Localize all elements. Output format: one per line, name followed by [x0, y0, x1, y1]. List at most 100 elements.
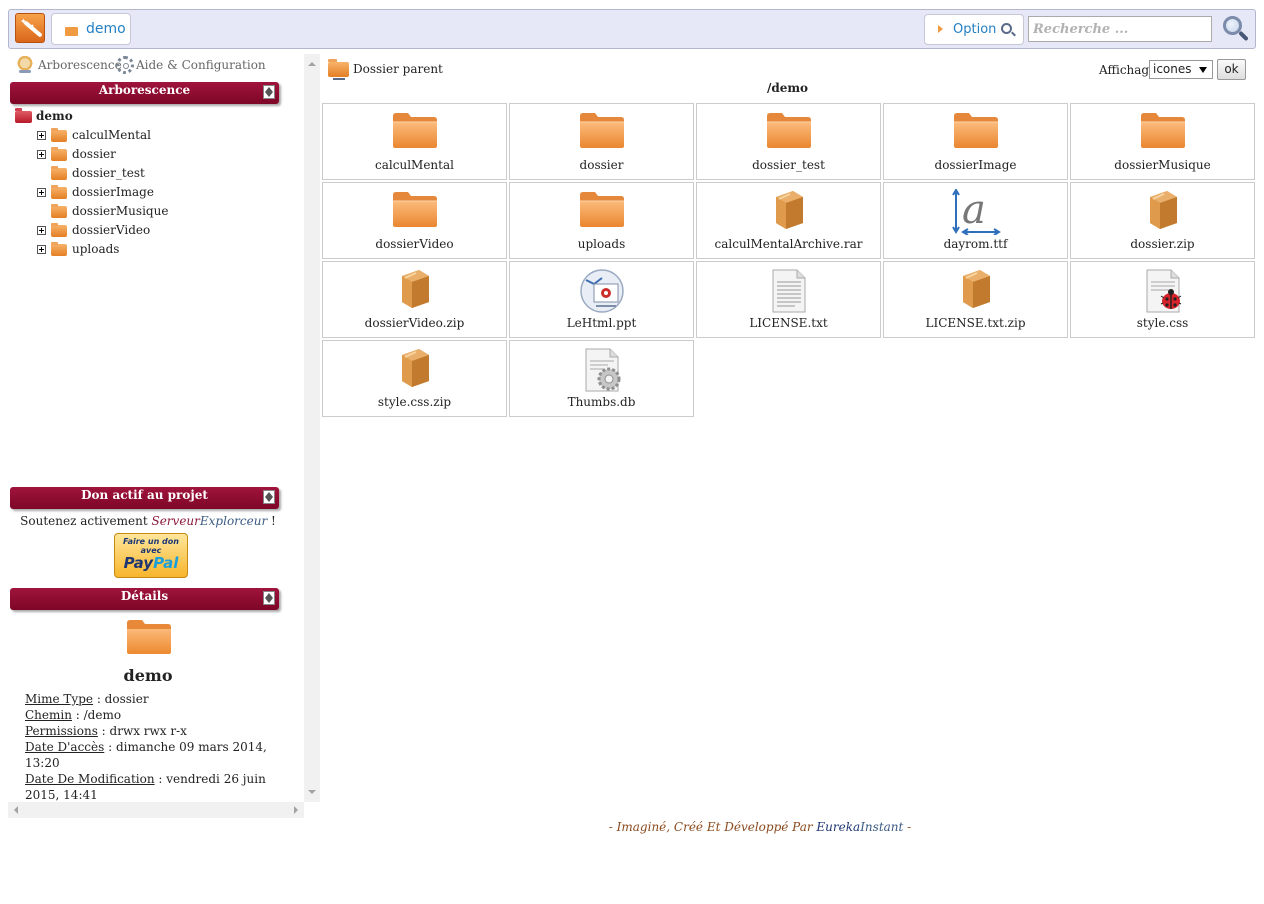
collapse-toggle-icon[interactable]: [263, 85, 275, 99]
breadcrumb-demo-button[interactable]: demo: [51, 13, 131, 45]
folder-icon: [391, 110, 439, 150]
footer-brand-b[interactable]: Instant: [860, 820, 903, 834]
donate-suffix: !: [267, 514, 276, 528]
ok-button[interactable]: ok: [1217, 59, 1246, 80]
file-name: dossier.zip: [1130, 237, 1195, 251]
expand-plus-icon[interactable]: [37, 226, 46, 235]
detail-value: : /demo: [71, 708, 122, 722]
tree-item-label: calculMental: [72, 128, 151, 142]
sidebar-vertical-scrollbar[interactable]: [304, 54, 320, 802]
search-button[interactable]: [1221, 14, 1249, 44]
tab-arborescence-label: Arborescence: [38, 58, 122, 72]
file-tile[interactable]: LICENSE.txt.zip: [883, 261, 1068, 338]
file-tile[interactable]: dossierVideo.zip: [322, 261, 507, 338]
file-tile[interactable]: LICENSE.txt: [696, 261, 881, 338]
file-tile[interactable]: calculMental: [322, 103, 507, 180]
file-name: dossier: [579, 158, 624, 172]
folder-icon: [51, 204, 67, 218]
caret-right-icon: [938, 25, 943, 33]
donate-brand-a: Serveur: [151, 514, 200, 528]
tree-panel-title: Arborescence: [98, 83, 191, 97]
view-mode-select[interactable]: icones: [1149, 60, 1213, 79]
folder-icon: [65, 27, 78, 36]
donate-brand-b: Explorceur: [199, 514, 268, 528]
file-name: calculMentalArchive.rar: [714, 237, 863, 251]
scroll-up-icon[interactable]: [308, 62, 316, 66]
folder-icon: [51, 242, 67, 256]
details-panel-header[interactable]: Détails: [10, 588, 279, 610]
tree-item-label: dossierMusique: [72, 204, 169, 218]
file-tile[interactable]: dossierImage: [883, 103, 1068, 180]
collapse-toggle-icon[interactable]: [263, 591, 275, 605]
expand-plus-icon[interactable]: [37, 150, 46, 159]
file-tile[interactable]: uploads: [509, 182, 694, 259]
archive-icon: [391, 268, 439, 308]
file-tile[interactable]: dossierVideo: [322, 182, 507, 259]
sidebar-horizontal-scrollbar[interactable]: [8, 802, 304, 818]
sidebar: Arborescence Aide & Configuration Arbore…: [8, 54, 304, 804]
file-tile[interactable]: dossier.zip: [1070, 182, 1255, 259]
search-input[interactable]: [1028, 16, 1212, 42]
scroll-right-icon[interactable]: [294, 806, 298, 814]
file-tile[interactable]: calculMentalArchive.rar: [696, 182, 881, 259]
tree-item-label: dossierVideo: [72, 223, 151, 237]
system-file-icon: [578, 347, 626, 392]
footer-suffix: -: [903, 820, 912, 834]
parent-folder-icon: [328, 59, 349, 80]
file-tile[interactable]: dossier: [509, 103, 694, 180]
tree-panel-header[interactable]: Arborescence: [10, 82, 279, 104]
detail-row-chemin: Chemin : /demo: [25, 707, 280, 723]
footer-brand-a[interactable]: Eureka: [816, 820, 860, 834]
folder-icon: [952, 110, 1000, 150]
detail-value: : drwx rwx r-x: [97, 724, 187, 738]
folder-icon: [51, 147, 67, 161]
file-tile[interactable]: style.css.zip: [322, 340, 507, 417]
file-tile[interactable]: dossierMusique: [1070, 103, 1255, 180]
file-name: dayrom.ttf: [943, 237, 1008, 251]
expand-plus-icon[interactable]: [37, 245, 46, 254]
file-name: Thumbs.db: [567, 395, 636, 409]
file-tile[interactable]: Thumbs.db: [509, 340, 694, 417]
file-name: style.css.zip: [377, 395, 452, 409]
donate-panel-header[interactable]: Don actif au projet: [10, 487, 279, 509]
collapse-toggle-icon[interactable]: [263, 490, 275, 504]
folder-icon: [765, 110, 813, 150]
option-label: Option: [953, 22, 997, 37]
donate-prefix: Soutenez activement: [20, 514, 152, 528]
folder-icon: [51, 166, 67, 180]
detail-row-mime: Mime Type : dossier: [25, 691, 280, 707]
detail-key: Date D'accès: [25, 740, 105, 754]
breadcrumb-label: demo: [86, 21, 126, 37]
scroll-left-icon[interactable]: [14, 806, 18, 814]
footer-credit: - Imaginé, Créé Et Développé Par EurekaI…: [320, 820, 1200, 834]
current-path: /demo: [766, 81, 809, 95]
detail-value: : dossier: [93, 692, 149, 706]
app-logo-icon[interactable]: ✦ •: [15, 13, 45, 43]
file-tile[interactable]: a dayrom.ttf: [883, 182, 1068, 259]
file-tile[interactable]: style.css: [1070, 261, 1255, 338]
file-name: dossierVideo.zip: [364, 316, 465, 330]
file-tile[interactable]: dossier_test: [696, 103, 881, 180]
scroll-down-icon[interactable]: [308, 790, 316, 794]
expand-plus-icon[interactable]: [37, 188, 46, 197]
folder-icon: [391, 189, 439, 229]
archive-icon: [1139, 189, 1187, 229]
file-name: LeHtml.ppt: [566, 316, 637, 330]
file-name: dossierVideo: [375, 237, 454, 251]
details-list: Mime Type : dossier Chemin : /demo Permi…: [25, 691, 280, 803]
detail-row-date-acces: Date D'accès : dimanche 09 mars 2014, 13…: [25, 739, 280, 771]
paypal-donate-button[interactable]: Faire un don avec PayPal: [114, 533, 188, 578]
presentation-icon: [578, 268, 626, 313]
file-name: style.css: [1136, 316, 1189, 330]
paypal-small-text: Faire un don avec: [123, 537, 179, 555]
svg-text:a: a: [962, 189, 986, 233]
tree-item-label: dossierImage: [72, 185, 154, 199]
footer-prefix: - Imaginé, Créé Et Développé Par: [608, 820, 817, 834]
file-tile[interactable]: LeHtml.ppt: [509, 261, 694, 338]
detail-key: Permissions: [25, 724, 98, 738]
text-file-icon: [765, 268, 813, 313]
gear-icon: [116, 56, 134, 74]
donate-panel-title: Don actif au projet: [81, 488, 208, 502]
option-button[interactable]: Option: [924, 14, 1024, 45]
expand-plus-icon[interactable]: [37, 131, 46, 140]
